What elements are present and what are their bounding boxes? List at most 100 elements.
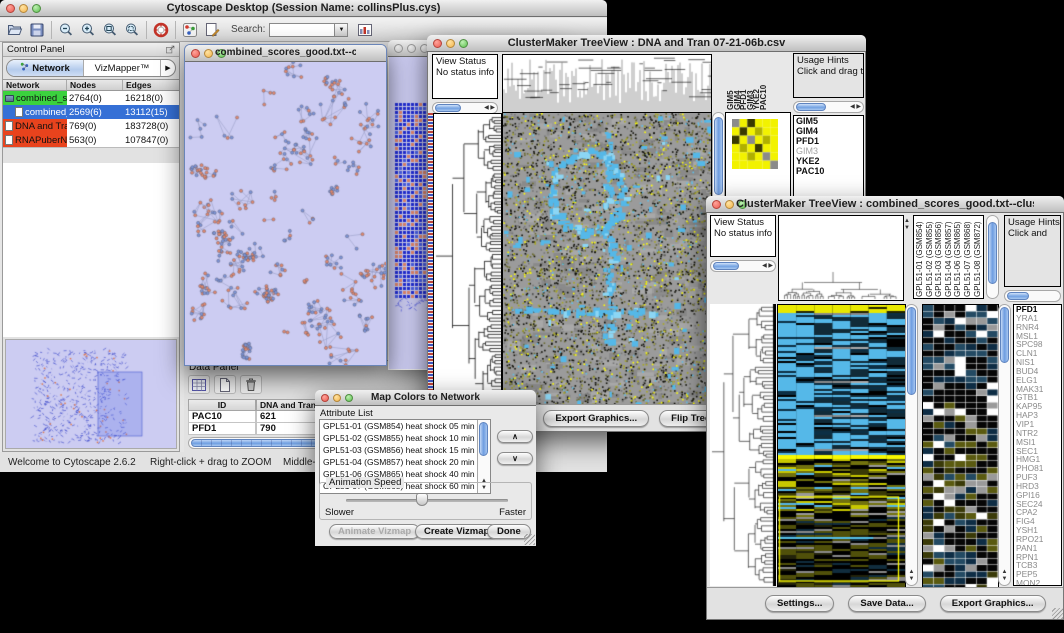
gene-label[interactable]: PFD1	[794, 136, 863, 146]
gene-label[interactable]: YKE2	[794, 156, 863, 166]
hscroll-thumb[interactable]	[713, 262, 739, 270]
tv2-status-hscrollbar[interactable]: ◀ ▶	[710, 260, 776, 272]
tab-vizmapper[interactable]: VizMapper™	[84, 60, 161, 76]
tv1-column-dendrogram-canvas[interactable]	[502, 54, 712, 113]
gene-label[interactable]: PAC10	[794, 166, 863, 176]
tabs-overflow-icon[interactable]: ▶	[161, 60, 175, 76]
search-dropdown-icon[interactable]: ▼	[335, 23, 348, 37]
tv2-heatmap-canvas[interactable]	[777, 304, 906, 588]
minimize-icon[interactable]	[204, 49, 213, 58]
treeview-action-button[interactable]: Settings...	[765, 595, 834, 612]
attribute-item[interactable]: GPL51-03 (GSM856) heat shock 15 min	[320, 444, 490, 456]
attribute-item[interactable]: GPL51-01 (GSM854) heat shock 05 min	[320, 420, 490, 432]
animation-slider-thumb[interactable]	[416, 493, 428, 506]
scroll-arrows-icon[interactable]: ▲▼	[904, 218, 910, 232]
network-table-row[interactable]: combined_sco 2569(6) 13112(15)	[3, 105, 179, 119]
move-down-button[interactable]: ∨	[497, 452, 533, 465]
save-icon[interactable]	[26, 20, 48, 39]
tv2-row-dendrogram-canvas[interactable]	[710, 304, 776, 586]
zoom-in-icon[interactable]	[77, 20, 99, 39]
gene-label[interactable]: GIM3	[794, 146, 863, 156]
resize-grip[interactable]	[1052, 608, 1063, 619]
gene-label[interactable]: GIM4	[794, 126, 863, 136]
animate-vizmap-button[interactable]: Animate Vizmap	[329, 524, 420, 539]
resize-grip[interactable]	[524, 534, 535, 545]
dialog-titlebar[interactable]: Map Colors to Network	[315, 390, 536, 406]
column-label[interactable]: PAC10	[760, 55, 767, 111]
vscroll-thumb[interactable]	[714, 117, 723, 195]
float-panel-icon[interactable]	[165, 44, 176, 58]
close-icon[interactable]	[712, 200, 721, 209]
zoom-out-icon[interactable]	[55, 20, 77, 39]
gene-label[interactable]: GIM5	[794, 116, 863, 126]
tv1-hints-hscrollbar[interactable]: ◀ ▶	[793, 101, 864, 113]
move-up-button[interactable]: ∧	[497, 430, 533, 443]
zoom-selected-icon[interactable]	[121, 20, 143, 39]
search-combobox[interactable]: ▼	[269, 23, 348, 37]
hscroll-thumb[interactable]	[796, 103, 826, 111]
vscroll-thumb[interactable]	[479, 422, 488, 456]
network-table-row[interactable]: DNA and Tran 07 769(0) 183728(0)	[3, 119, 179, 133]
column-id[interactable]: ID	[188, 399, 256, 411]
tv2-column-dendrogram-canvas[interactable]	[778, 215, 904, 301]
column-edges[interactable]: Edges	[123, 80, 179, 90]
help-lifesaver-icon[interactable]	[150, 20, 172, 39]
attribute-item[interactable]: GPL51-04 (GSM857) heat shock 20 min	[320, 456, 490, 468]
scroll-arrows-icon[interactable]: ▲▼	[999, 569, 1010, 583]
hscroll-thumb[interactable]	[435, 104, 461, 112]
scroll-arrows-icon[interactable]: ◀ ▶	[762, 263, 773, 270]
minimize-icon[interactable]	[446, 39, 455, 48]
tv1-heatmap-canvas[interactable]	[502, 112, 712, 407]
minimize-icon[interactable]	[333, 394, 341, 402]
new-attribute-icon[interactable]	[214, 375, 236, 394]
column-network[interactable]: Network	[3, 80, 67, 90]
close-icon[interactable]	[433, 39, 442, 48]
column-nodes[interactable]: Nodes	[67, 80, 123, 90]
tv2-zoom-vscrollbar[interactable]: ▲▼	[998, 304, 1011, 586]
attribute-item[interactable]: GPL51-02 (GSM855) heat shock 10 min	[320, 432, 490, 444]
network-overview-panel[interactable]	[5, 339, 177, 449]
close-icon[interactable]	[394, 44, 403, 53]
tv2-heatmap-vscrollbar[interactable]: ▲▼	[905, 304, 918, 586]
attribute-table-icon[interactable]	[188, 375, 210, 394]
tv1-titlebar[interactable]: ClusterMaker TreeView : DNA and Tran 07-…	[427, 35, 866, 52]
close-icon[interactable]	[321, 394, 329, 402]
scroll-arrows-icon[interactable]: ◀ ▶	[850, 104, 861, 111]
tv2-zoom-heatmap-canvas[interactable]	[922, 304, 999, 588]
minimize-icon[interactable]	[407, 44, 416, 53]
treeview-action-button[interactable]: Export Graphics...	[543, 410, 649, 427]
zoom-fit-icon[interactable]	[99, 20, 121, 39]
minimize-icon[interactable]	[725, 200, 734, 209]
close-icon[interactable]	[191, 49, 200, 58]
scroll-arrows-icon[interactable]: ◀ ▶	[484, 105, 495, 112]
delete-attribute-trash-icon[interactable]	[240, 375, 262, 394]
annotation-icon[interactable]	[201, 20, 223, 39]
gene-label[interactable]: MON2	[1014, 579, 1061, 586]
open-file-icon[interactable]	[4, 20, 26, 39]
network-table-row[interactable]: combined_scores_ 2764(0) 16218(0)	[3, 91, 179, 105]
attribute-browser-icon[interactable]	[354, 20, 376, 39]
tv1-matrix-thumbnail-canvas[interactable]	[732, 119, 778, 169]
minimize-icon[interactable]	[19, 4, 28, 13]
treeview-action-button[interactable]: Save Data...	[848, 595, 925, 612]
vscroll-thumb[interactable]	[988, 222, 997, 284]
network-view-titlebar[interactable]: combined_scores_good.txt--cluste...	[185, 45, 386, 62]
network-table-row[interactable]: RNAPuberNov2+ 563(0) 107847(0)	[3, 133, 179, 147]
column-label[interactable]: GPL51-08 (GSM872)	[974, 216, 984, 298]
create-vizmap-button[interactable]: Create Vizmap	[415, 524, 498, 539]
tab-network[interactable]: Network	[7, 60, 84, 76]
tv2-hints-hscrollbar[interactable]	[1004, 290, 1061, 302]
vscroll-thumb[interactable]	[907, 307, 916, 395]
tv2-labels-vscrollbar[interactable]	[986, 215, 999, 299]
tv1-row-dendrogram-canvas[interactable]	[433, 113, 502, 407]
net2-window-controls[interactable]	[394, 44, 429, 53]
hscroll-thumb[interactable]	[1007, 292, 1029, 300]
network-overview-canvas[interactable]	[6, 340, 176, 448]
network-canvas[interactable]	[185, 62, 386, 365]
vscroll-thumb[interactable]	[1000, 307, 1009, 363]
vizmapper-icon[interactable]	[179, 20, 201, 39]
scroll-arrows-icon[interactable]: ▲▼	[906, 569, 917, 583]
search-input[interactable]	[269, 23, 335, 37]
treeview-action-button[interactable]: Export Graphics...	[940, 595, 1046, 612]
main-titlebar[interactable]: Cytoscape Desktop (Session Name: collins…	[0, 0, 607, 17]
